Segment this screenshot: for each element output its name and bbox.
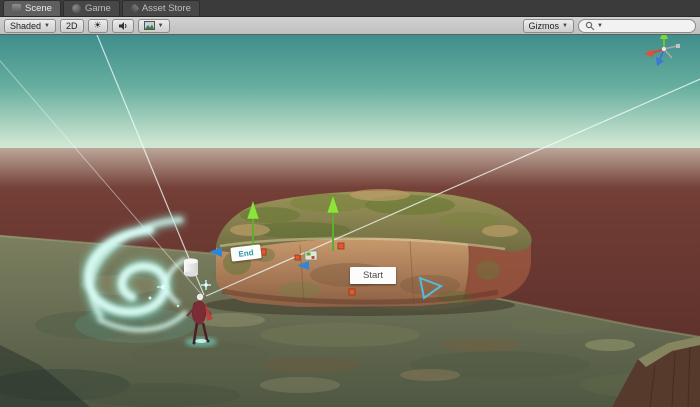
scene-toolbar: Shaded ▼ 2D ☀ ▼ Gizmos ▼ ▼ [0, 17, 700, 35]
start-button[interactable]: Start [350, 267, 396, 284]
tab-scene-label: Scene [25, 3, 52, 14]
chevron-down-icon: ▼ [597, 22, 603, 29]
tab-scene[interactable]: Scene [3, 0, 61, 16]
lighting-sun-icon: ☀ [93, 20, 102, 30]
chevron-down-icon: ▼ [157, 22, 164, 29]
search-icon [585, 21, 595, 30]
chevron-down-icon: ▼ [562, 22, 568, 29]
tab-asset-store[interactable]: Asset Store [121, 0, 200, 16]
chevron-down-icon: ▼ [44, 22, 50, 29]
scene-canvas[interactable] [0, 35, 700, 407]
scene-audio-toggle[interactable] [111, 18, 134, 33]
view-tabbar: Scene Game Asset Store [0, 0, 700, 17]
scene-effects-dropdown[interactable]: ▼ [137, 18, 170, 33]
shading-mode-dropdown[interactable]: Shaded ▼ [4, 18, 56, 33]
search-input[interactable] [604, 19, 687, 32]
gizmos-label: Gizmos [528, 20, 560, 31]
scene-lighting-toggle[interactable]: ☀ [87, 18, 108, 33]
tab-game[interactable]: Game [62, 0, 120, 16]
rock-platform[interactable] [216, 189, 532, 307]
unity-editor-window: Scene Game Asset Store Shaded ▼ 2D ☀ ▼ G… [0, 0, 700, 407]
game-tab-icon [71, 4, 81, 13]
scene-tab-icon [12, 4, 21, 13]
effects-image-icon [143, 21, 155, 30]
2d-toggle-button[interactable]: 2D [59, 18, 84, 33]
scene-viewport[interactable]: End Start [0, 35, 700, 407]
capsule-object[interactable] [184, 258, 198, 277]
tab-game-label: Game [84, 3, 111, 14]
scene-search-field[interactable]: ▼ [578, 18, 696, 33]
asset-store-tab-icon [129, 3, 140, 14]
shading-mode-label: Shaded [10, 20, 42, 31]
gizmos-dropdown[interactable]: Gizmos ▼ [522, 18, 574, 33]
mini-grid-icon [304, 250, 318, 261]
tab-asset-store-label: Asset Store [141, 3, 191, 14]
2d-toggle-label: 2D [65, 20, 78, 31]
speaker-icon [118, 21, 127, 30]
